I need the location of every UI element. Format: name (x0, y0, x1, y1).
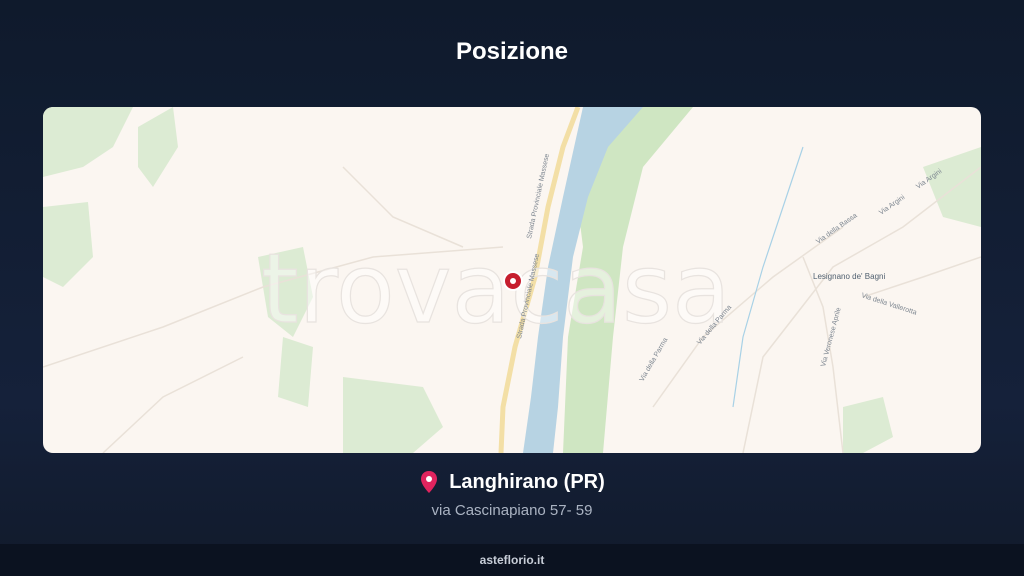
map-label-town: Lesignano de' Bagni (813, 272, 885, 281)
location-info: Langhirano (PR) via Cascinapiano 57- 59 (0, 470, 1024, 519)
footer: asteflorio.it (0, 544, 1024, 576)
location-address: via Cascinapiano 57- 59 (431, 502, 593, 519)
footer-site[interactable]: asteflorio.it (480, 553, 545, 567)
map-creek (732, 146, 804, 408)
map-canvas: trovacasa Strada Provinciale Massese Str… (43, 107, 981, 453)
map-label-street: Via Argini (878, 194, 907, 217)
map-marker-icon[interactable] (503, 271, 523, 291)
map-watermark: trovacasa (261, 233, 731, 345)
location-city: Langhirano (PR) (449, 470, 605, 493)
map-pin-icon (419, 470, 439, 494)
map-label-road: Strada Provinciale Massese (526, 153, 551, 239)
map-label-street: Via della Vallerotta (860, 292, 917, 317)
map-label-street: Via della Bassa (815, 212, 859, 245)
page-title: Posizione (455, 38, 569, 65)
location-map[interactable]: trovacasa Strada Provinciale Massese Str… (43, 107, 981, 453)
